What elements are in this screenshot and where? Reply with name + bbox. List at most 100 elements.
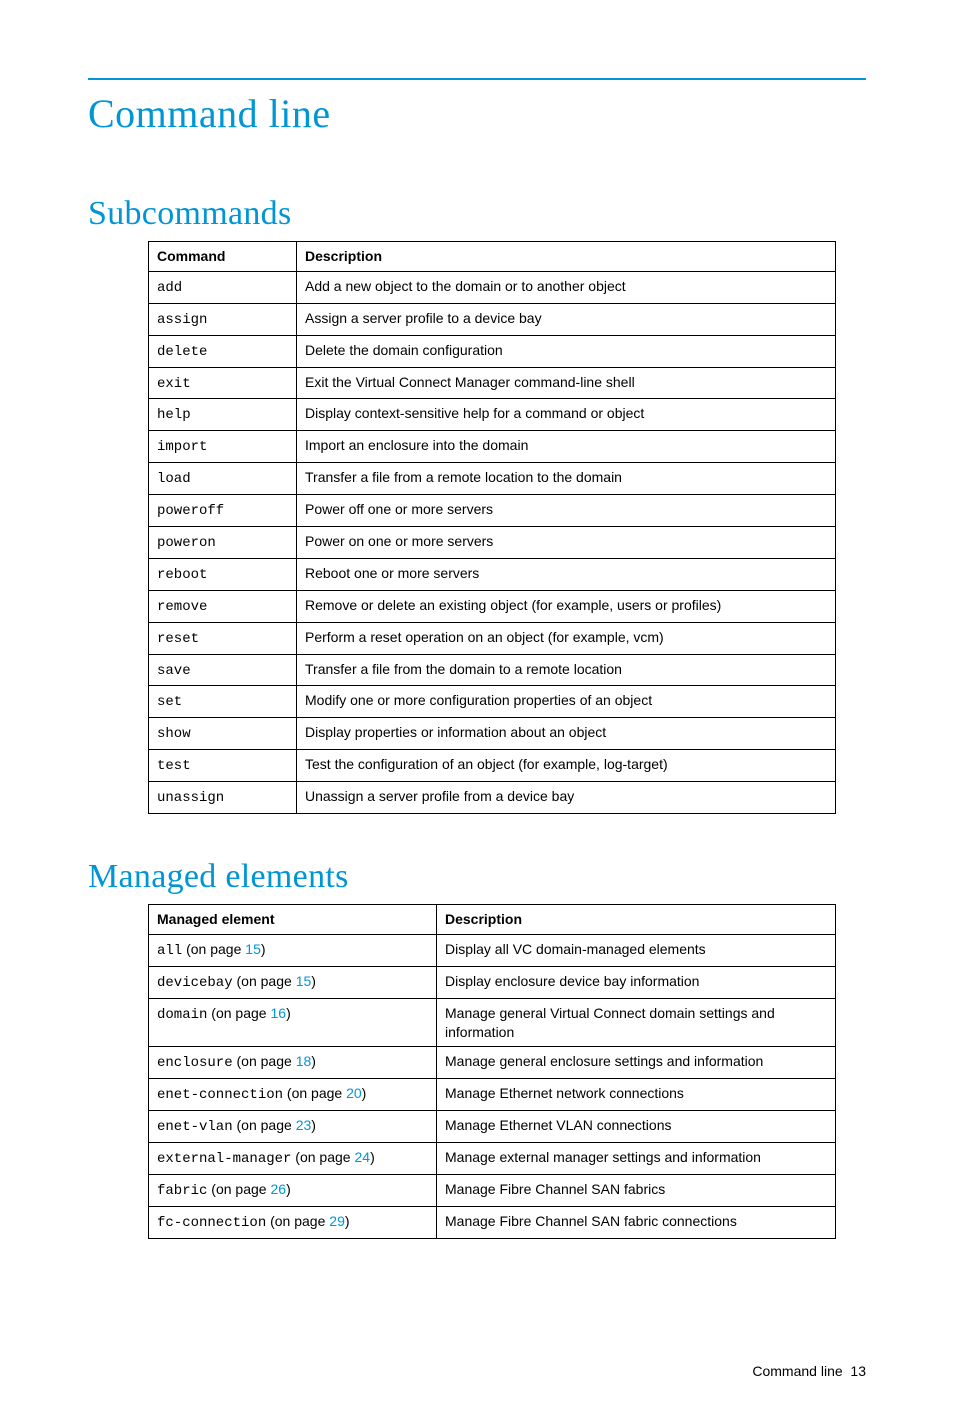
table-header-row: Command Description bbox=[149, 242, 836, 272]
managed-element-name: fabric bbox=[157, 1183, 207, 1199]
command-description: Transfer a file from the domain to a rem… bbox=[297, 654, 836, 686]
page-link[interactable]: 23 bbox=[296, 1117, 312, 1133]
managed-element-name: domain bbox=[157, 1007, 207, 1023]
table-row: reset Perform a reset operation on an obj… bbox=[149, 622, 836, 654]
page-link[interactable]: 16 bbox=[270, 1005, 286, 1021]
command-name: help bbox=[157, 407, 191, 423]
table-header-row: Managed element Description bbox=[149, 905, 836, 935]
page-link[interactable]: 29 bbox=[329, 1213, 345, 1229]
page-link[interactable]: 18 bbox=[296, 1053, 312, 1069]
table-row: reboot Reboot one or more servers bbox=[149, 558, 836, 590]
command-name: reset bbox=[157, 631, 199, 647]
on-page-label: (on page bbox=[233, 973, 296, 989]
th-managed-element: Managed element bbox=[149, 905, 437, 935]
command-name: add bbox=[157, 280, 182, 296]
section-heading-managed-elements: Managed elements bbox=[88, 858, 866, 896]
managed-element-description: Manage external manager settings and inf… bbox=[437, 1143, 836, 1175]
page-link[interactable]: 26 bbox=[270, 1181, 286, 1197]
command-name: set bbox=[157, 694, 182, 710]
managed-element-name: external-manager bbox=[157, 1151, 291, 1167]
close-paren: ) bbox=[286, 1005, 291, 1021]
command-name: show bbox=[157, 726, 191, 742]
page-footer: Command line 13 bbox=[0, 1323, 954, 1419]
command-name: poweron bbox=[157, 535, 216, 551]
managed-element-description: Display enclosure device bay information bbox=[437, 966, 836, 998]
table-row: assignAssign a server profile to a devic… bbox=[149, 303, 836, 335]
managed-element-name: enclosure bbox=[157, 1055, 233, 1071]
managed-element-description: Manage general Virtual Connect domain se… bbox=[437, 998, 836, 1047]
managed-element-name: all bbox=[157, 943, 182, 959]
on-page-label: (on page bbox=[233, 1117, 296, 1133]
document-page: Command line Subcommands Command Descrip… bbox=[0, 0, 954, 1323]
table-row: show Display properties or information ab… bbox=[149, 718, 836, 750]
section-heading-subcommands: Subcommands bbox=[88, 195, 866, 233]
footer-page-number: 13 bbox=[850, 1363, 866, 1379]
command-description: Perform a reset operation on an object (… bbox=[297, 622, 836, 654]
on-page-label: (on page bbox=[266, 1213, 329, 1229]
command-description: Modify one or more configuration propert… bbox=[297, 686, 836, 718]
table-row: enet-connection (on page 20)Manage Ether… bbox=[149, 1079, 836, 1111]
command-description: Power on one or more servers bbox=[297, 527, 836, 559]
on-page-label: (on page bbox=[283, 1085, 346, 1101]
close-paren: ) bbox=[311, 1053, 316, 1069]
command-description: Exit the Virtual Connect Manager command… bbox=[297, 367, 836, 399]
on-page-label: (on page bbox=[291, 1149, 354, 1165]
managed-element-name: fc-connection bbox=[157, 1215, 266, 1231]
close-paren: ) bbox=[286, 1181, 291, 1197]
table-row: help Display context-sensitive help for a… bbox=[149, 399, 836, 431]
table-row: unassignUnassign a server profile from a… bbox=[149, 782, 836, 814]
managed-element-description: Display all VC domain-managed elements bbox=[437, 934, 836, 966]
command-name: load bbox=[157, 471, 191, 487]
managed-elements-table: Managed element Description all (on page… bbox=[148, 904, 836, 1239]
on-page-label: (on page bbox=[182, 941, 245, 957]
managed-element-description: Manage Fibre Channel SAN fabric connecti… bbox=[437, 1206, 836, 1238]
command-description: Unassign a server profile from a device … bbox=[297, 782, 836, 814]
command-name: delete bbox=[157, 344, 207, 360]
top-rule bbox=[88, 78, 866, 80]
table-row: removeRemove or delete an existing objec… bbox=[149, 590, 836, 622]
managed-element-description: Manage Ethernet VLAN connections bbox=[437, 1111, 836, 1143]
command-description: Display properties or information about … bbox=[297, 718, 836, 750]
th-command: Command bbox=[149, 242, 297, 272]
command-description: Transfer a file from a remote location t… bbox=[297, 463, 836, 495]
table-row: all (on page 15) Display all VC domain-ma… bbox=[149, 934, 836, 966]
table-row: deleteDelete the domain configuration bbox=[149, 335, 836, 367]
command-description: Display context-sensitive help for a com… bbox=[297, 399, 836, 431]
page-link[interactable]: 15 bbox=[245, 941, 261, 957]
table-row: enclosure (on page 18)Manage general enc… bbox=[149, 1047, 836, 1079]
table-row: load Transfer a file from a remote locati… bbox=[149, 463, 836, 495]
close-paren: ) bbox=[345, 1213, 350, 1229]
command-name: reboot bbox=[157, 567, 207, 583]
page-title: Command line bbox=[88, 90, 866, 137]
page-link[interactable]: 15 bbox=[296, 973, 312, 989]
command-name: poweroff bbox=[157, 503, 224, 519]
table-row: fc-connection (on page 29) Manage Fibre C… bbox=[149, 1206, 836, 1238]
close-paren: ) bbox=[261, 941, 266, 957]
command-description: Add a new object to the domain or to ano… bbox=[297, 271, 836, 303]
managed-element-name: devicebay bbox=[157, 975, 233, 991]
command-description: Assign a server profile to a device bay bbox=[297, 303, 836, 335]
table-row: import Import an enclosure into the domai… bbox=[149, 431, 836, 463]
managed-element-description: Manage general enclosure settings and in… bbox=[437, 1047, 836, 1079]
command-description: Power off one or more servers bbox=[297, 495, 836, 527]
page-link[interactable]: 24 bbox=[354, 1149, 370, 1165]
command-name: remove bbox=[157, 599, 207, 615]
close-paren: ) bbox=[311, 973, 316, 989]
page-link[interactable]: 20 bbox=[346, 1085, 362, 1101]
table-row: exit Exit the Virtual Connect Manager com… bbox=[149, 367, 836, 399]
close-paren: ) bbox=[370, 1149, 375, 1165]
close-paren: ) bbox=[362, 1085, 367, 1101]
command-description: Reboot one or more servers bbox=[297, 558, 836, 590]
command-name: test bbox=[157, 758, 191, 774]
managed-element-description: Manage Ethernet network connections bbox=[437, 1079, 836, 1111]
command-name: import bbox=[157, 439, 207, 455]
on-page-label: (on page bbox=[207, 1181, 270, 1197]
table-row: set Modify one or more configuration prop… bbox=[149, 686, 836, 718]
table-row: enet-vlan (on page 23)Manage Ethernet VL… bbox=[149, 1111, 836, 1143]
command-name: exit bbox=[157, 376, 191, 392]
managed-element-name: enet-vlan bbox=[157, 1119, 233, 1135]
command-description: Import an enclosure into the domain bbox=[297, 431, 836, 463]
command-description: Test the configuration of an object (for… bbox=[297, 750, 836, 782]
table-row: devicebay (on page 15) Display enclosure … bbox=[149, 966, 836, 998]
table-row: domain (on page 16)Manage general Virtua… bbox=[149, 998, 836, 1047]
